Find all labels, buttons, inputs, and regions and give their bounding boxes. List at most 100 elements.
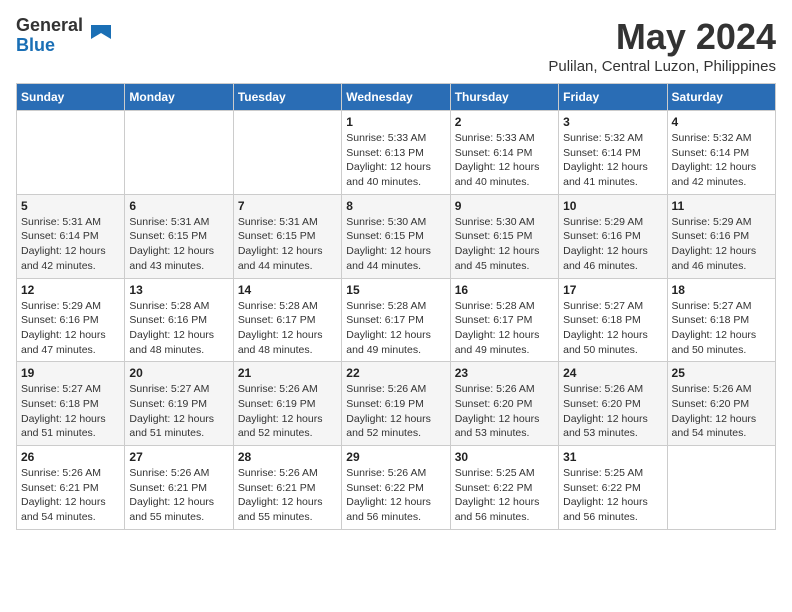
day-number: 7 [238,199,337,213]
day-number: 1 [346,115,445,129]
day-info: Sunrise: 5:26 AMSunset: 6:20 PMDaylight:… [455,382,554,441]
week-row-2: 5 Sunrise: 5:31 AMSunset: 6:14 PMDaylight… [17,194,776,278]
day-info: Sunrise: 5:26 AMSunset: 6:21 PMDaylight:… [129,466,228,525]
day-info: Sunrise: 5:32 AMSunset: 6:14 PMDaylight:… [563,131,662,190]
day-info: Sunrise: 5:26 AMSunset: 6:21 PMDaylight:… [21,466,120,525]
day-cell: 3 Sunrise: 5:32 AMSunset: 6:14 PMDaylight… [559,111,667,195]
day-cell: 29 Sunrise: 5:26 AMSunset: 6:22 PMDayligh… [342,446,450,530]
day-cell: 24Sunrise: 5:26 AMSunset: 6:20 PMDayligh… [559,362,667,446]
day-info: Sunrise: 5:29 AMSunset: 6:16 PMDaylight:… [672,215,771,274]
day-cell: 6Sunrise: 5:31 AMSunset: 6:15 PMDaylight… [125,194,233,278]
day-number: 5 [21,199,120,213]
day-info: Sunrise: 5:31 AMSunset: 6:14 PMDaylight:… [21,215,120,274]
page-header: General Blue May 2024 Pulilan, Central L… [16,16,776,75]
day-number: 4 [672,115,771,129]
day-cell [233,111,341,195]
col-header-monday: Monday [125,84,233,111]
day-cell: 2Sunrise: 5:33 AMSunset: 6:14 PMDaylight… [450,111,558,195]
day-number: 29 [346,450,445,464]
day-cell: 26 Sunrise: 5:26 AMSunset: 6:21 PMDayligh… [17,446,125,530]
day-cell: 13 Sunrise: 5:28 AMSunset: 6:16 PMDayligh… [125,278,233,362]
day-number: 21 [238,366,337,380]
day-info: Sunrise: 5:26 AMSunset: 6:22 PMDaylight:… [346,466,445,525]
day-info: Sunrise: 5:26 AMSunset: 6:19 PMDaylight:… [346,382,445,441]
day-number: 22 [346,366,445,380]
day-cell: 12 Sunrise: 5:29 AMSunset: 6:16 PMDayligh… [17,278,125,362]
day-info: Sunrise: 5:33 AMSunset: 6:13 PMDaylight:… [346,131,445,190]
day-cell: 30 Sunrise: 5:25 AMSunset: 6:22 PMDayligh… [450,446,558,530]
day-number: 6 [129,199,228,213]
day-info: Sunrise: 5:27 AMSunset: 6:19 PMDaylight:… [129,382,228,441]
day-info: Sunrise: 5:29 AMSunset: 6:16 PMDaylight:… [563,215,662,274]
day-cell: 1 Sunrise: 5:33 AMSunset: 6:13 PMDaylight… [342,111,450,195]
day-info: Sunrise: 5:28 AMSunset: 6:17 PMDaylight:… [346,299,445,358]
day-number: 17 [563,283,662,297]
day-info: Sunrise: 5:26 AMSunset: 6:19 PMDaylight:… [238,382,337,441]
day-cell: 10 Sunrise: 5:29 AMSunset: 6:16 PMDayligh… [559,194,667,278]
day-cell: 8 Sunrise: 5:30 AMSunset: 6:15 PMDaylight… [342,194,450,278]
day-number: 30 [455,450,554,464]
month-title: May 2024 [548,16,776,58]
day-cell [17,111,125,195]
day-number: 20 [129,366,228,380]
day-cell: 17Sunrise: 5:27 AMSunset: 6:18 PMDayligh… [559,278,667,362]
day-cell: 23Sunrise: 5:26 AMSunset: 6:20 PMDayligh… [450,362,558,446]
day-info: Sunrise: 5:31 AMSunset: 6:15 PMDaylight:… [238,215,337,274]
day-cell [667,446,775,530]
day-number: 8 [346,199,445,213]
day-number: 3 [563,115,662,129]
day-number: 25 [672,366,771,380]
day-info: Sunrise: 5:26 AMSunset: 6:20 PMDaylight:… [563,382,662,441]
day-cell: 20 Sunrise: 5:27 AMSunset: 6:19 PMDayligh… [125,362,233,446]
logo: General Blue [16,16,116,56]
title-section: May 2024 Pulilan, Central Luzon, Philipp… [548,16,776,75]
day-number: 27 [129,450,228,464]
location: Pulilan, Central Luzon, Philippines [548,58,776,75]
day-cell: 5 Sunrise: 5:31 AMSunset: 6:14 PMDaylight… [17,194,125,278]
day-cell: 31 Sunrise: 5:25 AMSunset: 6:22 PMDayligh… [559,446,667,530]
week-row-5: 26 Sunrise: 5:26 AMSunset: 6:21 PMDayligh… [17,446,776,530]
col-header-sunday: Sunday [17,84,125,111]
col-header-thursday: Thursday [450,84,558,111]
week-row-1: 1 Sunrise: 5:33 AMSunset: 6:13 PMDaylight… [17,111,776,195]
day-info: Sunrise: 5:28 AMSunset: 6:17 PMDaylight:… [455,299,554,358]
day-number: 31 [563,450,662,464]
day-number: 2 [455,115,554,129]
calendar-table: SundayMondayTuesdayWednesdayThursdayFrid… [16,83,776,530]
day-cell: 19Sunrise: 5:27 AMSunset: 6:18 PMDayligh… [17,362,125,446]
day-number: 26 [21,450,120,464]
day-number: 16 [455,283,554,297]
day-cell: 14 Sunrise: 5:28 AMSunset: 6:17 PMDayligh… [233,278,341,362]
day-cell: 9 Sunrise: 5:30 AMSunset: 6:15 PMDaylight… [450,194,558,278]
day-info: Sunrise: 5:27 AMSunset: 6:18 PMDaylight:… [672,299,771,358]
day-info: Sunrise: 5:25 AMSunset: 6:22 PMDaylight:… [455,466,554,525]
day-info: Sunrise: 5:29 AMSunset: 6:16 PMDaylight:… [21,299,120,358]
day-info: Sunrise: 5:28 AMSunset: 6:16 PMDaylight:… [129,299,228,358]
day-info: Sunrise: 5:25 AMSunset: 6:22 PMDaylight:… [563,466,662,525]
logo-blue: Blue [16,36,83,56]
col-header-saturday: Saturday [667,84,775,111]
day-number: 15 [346,283,445,297]
day-cell: 21 Sunrise: 5:26 AMSunset: 6:19 PMDayligh… [233,362,341,446]
col-header-tuesday: Tuesday [233,84,341,111]
day-cell: 16 Sunrise: 5:28 AMSunset: 6:17 PMDayligh… [450,278,558,362]
day-number: 12 [21,283,120,297]
day-number: 11 [672,199,771,213]
day-info: Sunrise: 5:30 AMSunset: 6:15 PMDaylight:… [455,215,554,274]
day-number: 9 [455,199,554,213]
week-row-3: 12 Sunrise: 5:29 AMSunset: 6:16 PMDayligh… [17,278,776,362]
col-header-friday: Friday [559,84,667,111]
header-row: SundayMondayTuesdayWednesdayThursdayFrid… [17,84,776,111]
day-number: 14 [238,283,337,297]
day-cell: 18 Sunrise: 5:27 AMSunset: 6:18 PMDayligh… [667,278,775,362]
day-info: Sunrise: 5:28 AMSunset: 6:17 PMDaylight:… [238,299,337,358]
day-info: Sunrise: 5:27 AMSunset: 6:18 PMDaylight:… [21,382,120,441]
day-number: 13 [129,283,228,297]
day-number: 18 [672,283,771,297]
day-cell: 28Sunrise: 5:26 AMSunset: 6:21 PMDayligh… [233,446,341,530]
day-info: Sunrise: 5:30 AMSunset: 6:15 PMDaylight:… [346,215,445,274]
day-cell: 11 Sunrise: 5:29 AMSunset: 6:16 PMDayligh… [667,194,775,278]
logo-icon [86,17,116,47]
day-cell: 15 Sunrise: 5:28 AMSunset: 6:17 PMDayligh… [342,278,450,362]
day-number: 10 [563,199,662,213]
